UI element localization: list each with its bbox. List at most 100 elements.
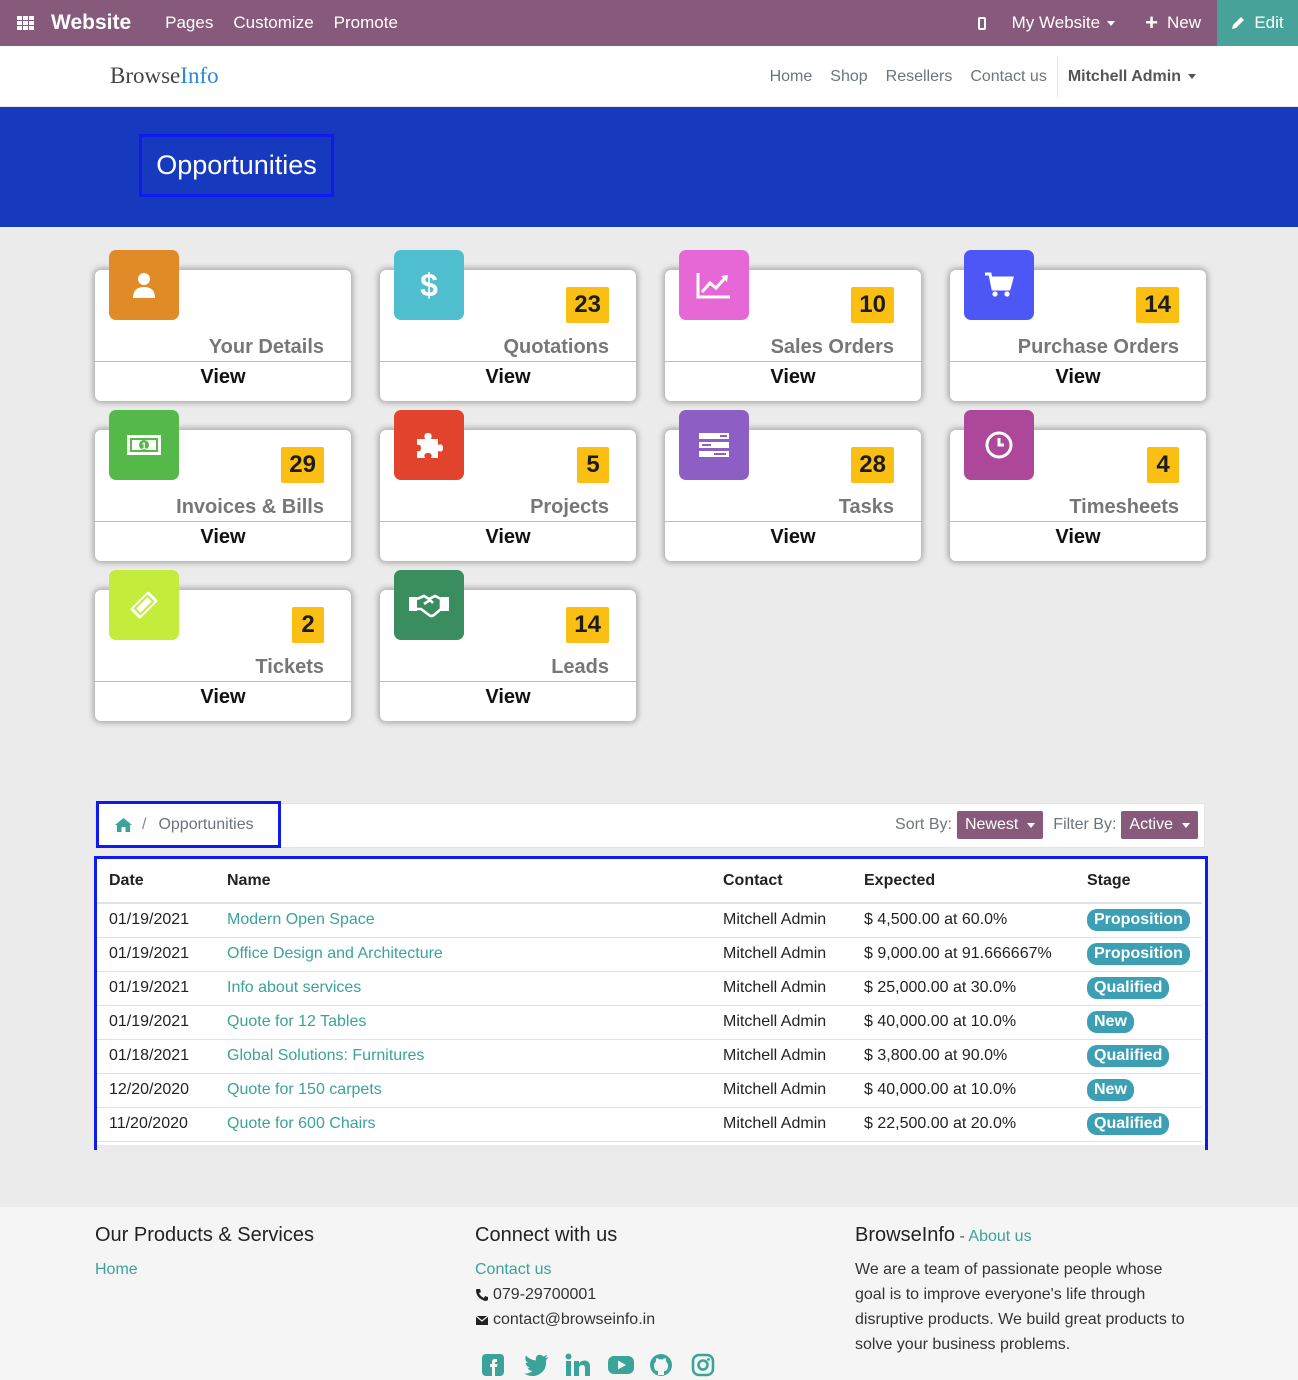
nav-shop[interactable]: Shop — [830, 68, 867, 86]
github-icon[interactable] — [649, 1351, 691, 1379]
portal-card[interactable]: 2 Tickets View — [95, 570, 351, 721]
portal-card[interactable]: 14 Leads View — [380, 570, 636, 721]
portal-card[interactable]: 14 Purchase Orders View — [950, 250, 1206, 401]
card-count-badge: 10 — [851, 287, 894, 323]
filter-dropdown[interactable]: Active — [1121, 811, 1198, 839]
card-view-link[interactable]: View — [95, 526, 351, 549]
card-divider — [95, 521, 351, 522]
menu-customize[interactable]: Customize — [233, 13, 313, 33]
sort-filter-controls: Sort By: Newest Filter By: Active — [895, 811, 1198, 839]
card-view-link[interactable]: View — [95, 686, 351, 709]
portal-card[interactable]: 1 29 Invoices & Bills View — [95, 410, 351, 561]
row-name-cell: Info about services — [227, 971, 723, 1006]
sort-dropdown[interactable]: Newest — [956, 811, 1044, 839]
card-view-link[interactable]: View — [665, 526, 921, 549]
footer-about-link[interactable]: About us — [968, 1228, 1031, 1245]
odoo-top-bar: Website Pages Customize Promote My Websi… — [0, 0, 1298, 46]
chevron-down-icon — [1182, 822, 1190, 828]
nav-resellers[interactable]: Resellers — [886, 68, 953, 86]
card-divider — [665, 361, 921, 362]
logo-browse: Browse — [110, 63, 181, 88]
card-divider — [665, 521, 921, 522]
opportunity-link[interactable]: Info about services — [227, 979, 361, 996]
menu-promote[interactable]: Promote — [334, 13, 398, 33]
chevron-down-icon — [1027, 822, 1036, 828]
site-header: BrowseInfo Home Shop Resellers Contact u… — [0, 46, 1298, 107]
app-brand[interactable]: Website — [51, 11, 131, 35]
edit-button[interactable]: Edit — [1217, 0, 1298, 46]
footer-phone: 079-29700001 — [493, 1285, 597, 1303]
mobile-preview-icon[interactable] — [977, 16, 986, 30]
portal-card[interactable]: Your Details View — [95, 250, 351, 401]
card-divider — [95, 681, 351, 682]
stage-badge: Qualified — [1087, 977, 1170, 999]
linkedin-icon[interactable] — [565, 1351, 607, 1379]
stage-badge: Qualified — [1087, 1045, 1170, 1067]
footer-products-title: Our Products & Services — [95, 1224, 314, 1246]
card-view-link[interactable]: View — [95, 366, 351, 389]
sort-value: Newest — [964, 816, 1019, 833]
chevron-down-icon — [1188, 74, 1196, 79]
row-contact: Mitchell Admin — [723, 903, 864, 938]
card-view-link[interactable]: View — [380, 686, 636, 709]
card-view-link[interactable]: View — [950, 526, 1206, 549]
card-count-badge: 23 — [566, 287, 609, 323]
dollar-icon: $ — [394, 250, 464, 320]
card-view-link[interactable]: View — [380, 366, 636, 389]
site-logo[interactable]: BrowseInfo — [110, 63, 219, 89]
phone-icon — [476, 1288, 488, 1301]
card-count-badge: 14 — [566, 607, 609, 643]
card-count-badge: 5 — [577, 447, 609, 483]
breadcrumb-bar: / Opportunities Sort By: Newest Filter B… — [95, 801, 1205, 848]
stage-badge: Qualified — [1087, 1113, 1170, 1135]
opportunity-link[interactable]: Modern Open Space — [227, 911, 375, 928]
twitter-icon[interactable] — [523, 1351, 565, 1379]
apps-menu-icon[interactable] — [0, 0, 50, 46]
card-count-badge: 2 — [292, 607, 324, 643]
row-contact: Mitchell Admin — [723, 1039, 864, 1074]
handshake-icon — [394, 570, 464, 640]
row-expected: $ 9,000.00 at 91.666667% — [864, 937, 1087, 972]
pencil-icon — [1232, 17, 1245, 29]
portal-card[interactable]: 10 Sales Orders View — [665, 250, 921, 401]
row-date: 01/18/2021 — [97, 1039, 227, 1074]
footer-email: contact@browseinfo.in — [493, 1310, 656, 1328]
opportunity-link[interactable]: Office Design and Architecture — [227, 945, 443, 962]
opportunities-table-container: Date Name Contact Expected Stage 01/19/2… — [94, 856, 1208, 1150]
footer-link-home[interactable]: Home — [95, 1261, 138, 1279]
page-title: Opportunities — [139, 134, 334, 197]
card-count-badge: 4 — [1147, 447, 1179, 483]
card-view-link[interactable]: View — [380, 526, 636, 549]
col-stage: Stage — [1087, 859, 1202, 904]
menu-pages[interactable]: Pages — [165, 13, 213, 33]
portal-card[interactable]: 4 Timesheets View — [950, 410, 1206, 561]
card-view-link[interactable]: View — [950, 366, 1206, 389]
opportunity-link[interactable]: Quote for 150 carpets — [227, 1081, 382, 1098]
col-name: Name — [227, 859, 723, 904]
opportunity-link[interactable]: Global Solutions: Furnitures — [227, 1047, 424, 1064]
card-view-link[interactable]: View — [665, 366, 921, 389]
table-row: 01/19/2021 Quote for 12 Tables Mitchell Ad… — [97, 1005, 1202, 1040]
user-menu[interactable]: Mitchell Admin — [1056, 55, 1196, 98]
website-switcher[interactable]: My Website — [1012, 13, 1116, 33]
nav-contact-us[interactable]: Contact us — [970, 68, 1046, 86]
facebook-icon[interactable] — [481, 1351, 523, 1379]
nav-home[interactable]: Home — [770, 68, 813, 86]
home-icon[interactable] — [115, 817, 132, 832]
row-name-cell: Quote for 600 Chairs — [227, 1107, 723, 1142]
instagram-icon[interactable] — [691, 1351, 733, 1379]
filter-label: Filter By: — [1053, 816, 1117, 833]
footer-contact-link[interactable]: Contact us — [475, 1261, 551, 1279]
col-expected: Expected — [864, 859, 1087, 904]
portal-card[interactable]: 5 Projects View — [380, 410, 636, 561]
opportunity-link[interactable]: Quote for 12 Tables — [227, 1013, 366, 1030]
filter-value: Active — [1129, 816, 1173, 833]
portal-card[interactable]: $23 Quotations View — [380, 250, 636, 401]
youtube-icon[interactable] — [607, 1351, 649, 1379]
opportunity-link[interactable]: Quote for 600 Chairs — [227, 1115, 376, 1132]
social-links — [481, 1351, 733, 1379]
portal-card[interactable]: 28 Tasks View — [665, 410, 921, 561]
card-count-badge: 28 — [851, 447, 894, 483]
new-button[interactable]: + New — [1145, 12, 1201, 34]
card-label: Leads — [551, 656, 609, 678]
